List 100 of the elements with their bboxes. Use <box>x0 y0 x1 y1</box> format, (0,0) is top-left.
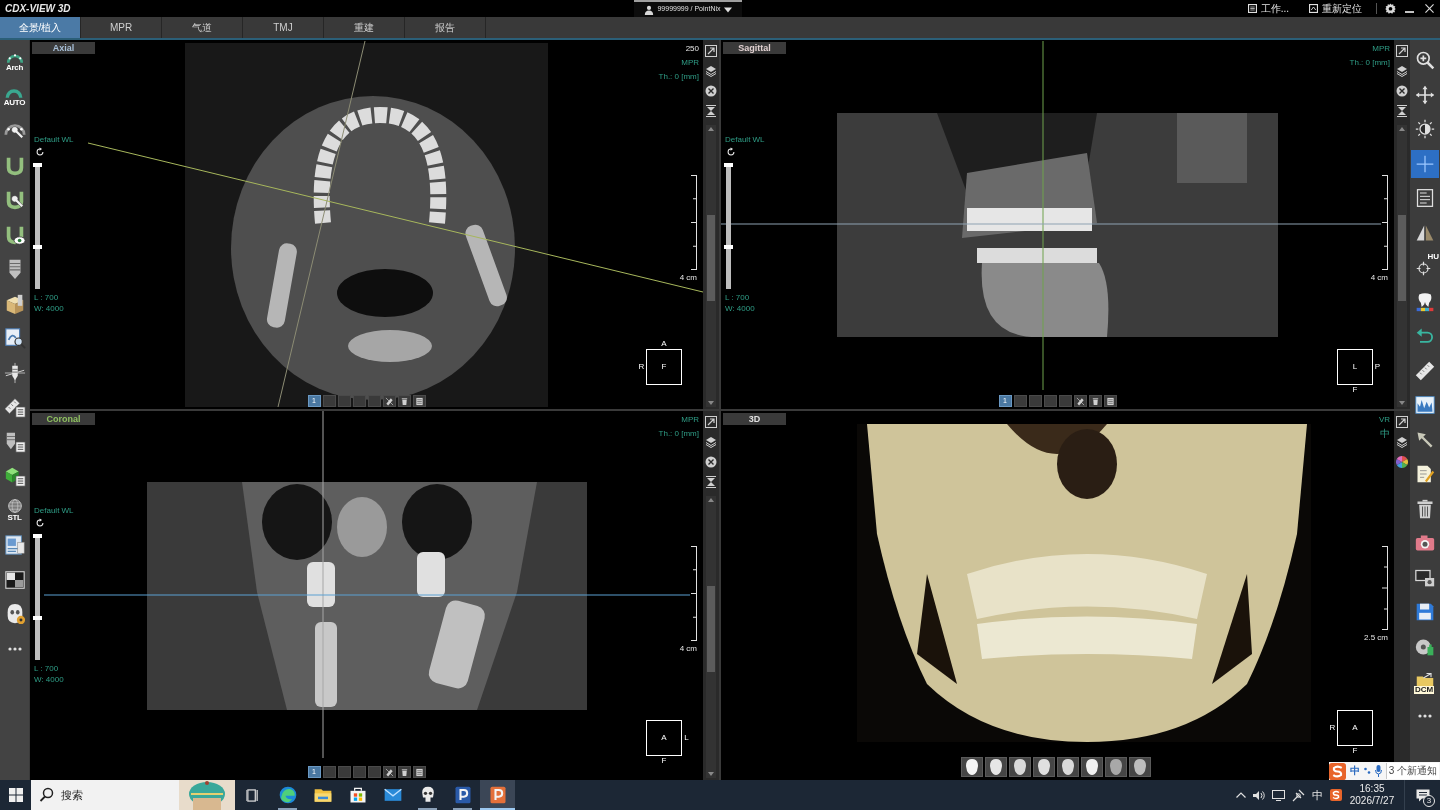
window-level-preset[interactable]: Default WL <box>34 506 74 516</box>
more-icon <box>7 646 22 651</box>
maximize-button[interactable] <box>705 45 717 57</box>
slider-handle[interactable] <box>33 163 42 167</box>
hu-button[interactable]: HU <box>1411 253 1439 282</box>
rotate-view-button[interactable] <box>705 456 717 468</box>
view-preset-button[interactable] <box>1105 757 1127 777</box>
microphone-icon[interactable] <box>1374 765 1382 777</box>
auto-arch-button[interactable]: AUTO <box>3 86 26 107</box>
scrollbar-thumb[interactable] <box>707 586 715 672</box>
view-tab[interactable]: 全景/植入 <box>0 17 81 38</box>
window-level-slider[interactable] <box>35 163 40 289</box>
layers-button[interactable] <box>1396 436 1408 448</box>
reset-button[interactable] <box>726 147 736 157</box>
ime-mode-text[interactable]: 中 <box>1349 765 1360 777</box>
more-icon <box>1418 713 1432 718</box>
image-search-button[interactable] <box>3 327 26 350</box>
maximize-button[interactable] <box>1396 416 1408 428</box>
close-button[interactable] <box>1425 4 1434 13</box>
viewer-app-button[interactable] <box>480 780 515 810</box>
maximize-button[interactable] <box>705 416 717 428</box>
layers-icon <box>1396 436 1408 448</box>
view-preset-button[interactable] <box>1129 757 1151 777</box>
layout-button[interactable] <box>3 568 26 591</box>
model-list-button[interactable] <box>3 465 26 488</box>
view-preset-button[interactable] <box>985 757 1007 777</box>
reset-button[interactable] <box>35 147 45 157</box>
more-button[interactable] <box>1418 713 1432 718</box>
color-map-button[interactable] <box>1396 456 1408 468</box>
scrollbar[interactable] <box>706 125 716 407</box>
layers-button[interactable] <box>705 65 717 77</box>
trash-icon <box>399 396 409 406</box>
layers-icon <box>1396 65 1408 77</box>
slider-thumb[interactable] <box>724 245 733 250</box>
orientation-label: P <box>1373 362 1382 372</box>
orientation-label: R <box>1328 723 1337 733</box>
crosshair-button[interactable] <box>1411 149 1439 178</box>
rotate-icon <box>726 147 736 157</box>
slider-thumb[interactable] <box>33 245 42 250</box>
view-preset-button[interactable] <box>1081 757 1103 777</box>
ruler-icon <box>1415 360 1435 381</box>
maximize-button[interactable] <box>1396 45 1408 57</box>
slider-handle[interactable] <box>724 163 733 167</box>
eraser-icon <box>384 767 394 777</box>
erase-button[interactable] <box>382 766 396 778</box>
settings-button[interactable] <box>1385 3 1396 14</box>
reset-button[interactable] <box>35 518 45 528</box>
tooth-icon <box>1415 291 1435 312</box>
window-level-preset[interactable]: Default WL <box>34 135 74 145</box>
search-field[interactable]: 搜索 <box>59 780 179 810</box>
view-label: Coronal <box>32 413 95 425</box>
report-image-button[interactable] <box>3 534 26 557</box>
view-preset-button[interactable] <box>1033 757 1055 777</box>
window-level-slider[interactable] <box>726 163 731 289</box>
arch-tool-button[interactable]: Arch <box>5 52 24 73</box>
orientation-marker: A <box>646 720 682 756</box>
title-action-button[interactable]: 重新定位 <box>1309 1 1362 16</box>
punctuation-icon[interactable] <box>1363 767 1371 775</box>
orientation-label: R <box>637 362 646 372</box>
view-preset-button[interactable] <box>1057 757 1079 777</box>
scrollbar[interactable] <box>706 496 716 778</box>
ime-indicator[interactable]: 中 <box>1312 789 1323 801</box>
scrollbar[interactable] <box>1397 125 1407 407</box>
notification-toast[interactable]: 3 个新通知 <box>1385 763 1439 779</box>
dicom-export-button[interactable]: DCM <box>1411 667 1439 696</box>
view-preset-button[interactable] <box>1009 757 1031 777</box>
erase-button[interactable] <box>1073 395 1087 407</box>
fit-button[interactable] <box>705 476 717 488</box>
stl-export-button[interactable]: STL <box>6 499 23 523</box>
slider-thumb[interactable] <box>33 616 42 621</box>
list-button[interactable] <box>412 766 426 778</box>
delete-button[interactable] <box>1088 395 1102 407</box>
rotate-view-button[interactable] <box>1396 85 1408 97</box>
scrollbar-thumb[interactable] <box>707 215 715 301</box>
more-button[interactable] <box>7 646 22 651</box>
layers-icon <box>705 65 717 77</box>
fit-button[interactable] <box>1396 105 1408 117</box>
fit-button[interactable] <box>705 105 717 117</box>
rotate-view-button[interactable] <box>705 85 717 97</box>
orientation-label: F <box>660 756 668 766</box>
ruler-list-button[interactable] <box>3 396 26 419</box>
search-icon <box>31 780 59 810</box>
ruler-list-icon <box>3 396 26 419</box>
list-button[interactable] <box>1103 395 1117 407</box>
delete-button[interactable] <box>397 766 411 778</box>
title-action-button[interactable]: 工作... <box>1247 1 1289 16</box>
caret-up-icon <box>708 127 714 131</box>
clock-date[interactable]: 2026/7/27 <box>1349 795 1395 807</box>
window-level-slider[interactable] <box>35 534 40 660</box>
view-preset-button[interactable] <box>961 757 983 777</box>
clock-time[interactable]: 16:35 <box>1359 783 1385 795</box>
chart-image-icon <box>1415 395 1435 416</box>
layers-button[interactable] <box>705 436 717 448</box>
brightness-icon <box>1415 119 1435 140</box>
implant-axis-button[interactable] <box>3 361 26 384</box>
layers-button[interactable] <box>1396 65 1408 77</box>
view-label: Axial <box>32 42 95 54</box>
slider-handle[interactable] <box>33 534 42 538</box>
window-level-preset[interactable]: Default WL <box>725 135 765 145</box>
scrollbar-thumb[interactable] <box>1398 215 1406 301</box>
